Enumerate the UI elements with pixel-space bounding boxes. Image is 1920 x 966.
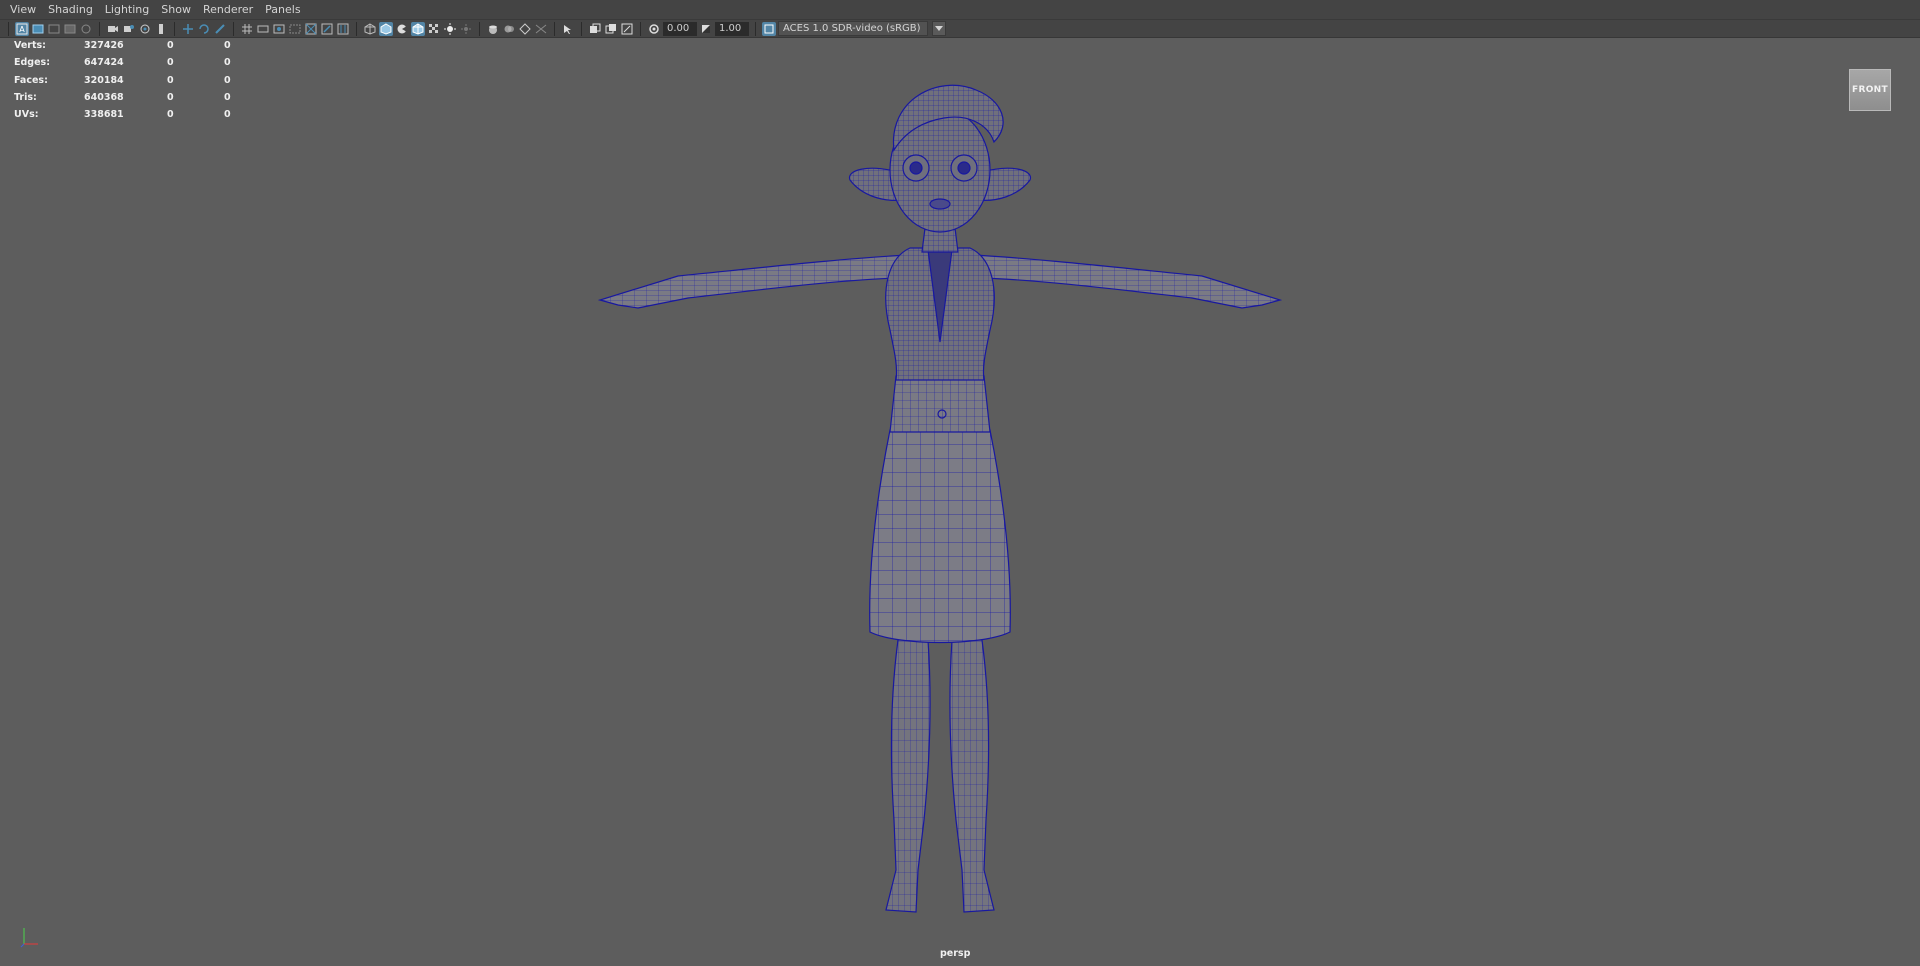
hud-value: 0 <box>224 57 231 69</box>
waist-band <box>889 375 991 433</box>
grid-icon[interactable] <box>240 22 254 36</box>
hud-value: 0 <box>224 109 231 121</box>
toolbar-separator <box>356 21 357 36</box>
isolate-select-icon[interactable] <box>561 22 575 36</box>
panel-menubar: View Shading Lighting Show Renderer Pane… <box>0 0 1920 20</box>
toolbar-separator <box>479 21 480 36</box>
hud-value: 327426 <box>84 40 124 51</box>
hud-row-verts: Verts: 327426 0 0 <box>14 37 244 54</box>
film-gate-icon[interactable] <box>256 22 270 36</box>
hud-value: 0 <box>224 40 231 51</box>
hud-value: 338681 <box>84 109 124 121</box>
gamma-field[interactable]: 1.00 <box>715 21 749 36</box>
left-arm <box>598 254 909 309</box>
wireframe-icon[interactable] <box>363 22 377 36</box>
hud-row-faces: Faces: 320184 0 0 <box>14 72 244 89</box>
toolbar-separator <box>554 21 555 36</box>
textured-icon[interactable] <box>427 22 441 36</box>
menu-show[interactable]: Show <box>155 0 197 20</box>
character-mesh[interactable] <box>598 80 1282 920</box>
hud-value: 0 <box>167 57 174 69</box>
toolbar-separator <box>8 21 9 36</box>
color-space-label: ACES 1.0 SDR-video (sRGB) <box>783 23 921 34</box>
view-cube-label: FRONT <box>1852 85 1888 95</box>
select-camera-icon[interactable]: A <box>15 21 29 36</box>
mouth <box>929 198 951 210</box>
multisample-aa-icon[interactable] <box>518 22 532 36</box>
hud-label: Verts: <box>14 40 46 51</box>
hud-value: 320184 <box>84 74 124 86</box>
lock-camera-icon[interactable] <box>122 22 136 36</box>
svg-text:A: A <box>19 25 25 34</box>
view-cube[interactable]: FRONT <box>1849 69 1891 111</box>
gate-mask-icon[interactable] <box>288 22 302 36</box>
hud-label: Tris: <box>14 91 37 103</box>
hud-value: 0 <box>167 109 174 121</box>
menu-view[interactable]: View <box>4 0 42 20</box>
resolution-gate-icon[interactable] <box>272 22 286 36</box>
field-chart-icon[interactable] <box>304 22 318 36</box>
right-arm <box>971 254 1282 309</box>
toolbar-separator <box>233 21 234 36</box>
toolbar-separator <box>640 21 641 36</box>
toolbar-separator <box>581 21 582 36</box>
axis-gizmo-icon <box>20 928 38 948</box>
left-leg <box>885 639 931 913</box>
camera-attributes-icon[interactable] <box>31 22 45 36</box>
menu-shading[interactable]: Shading <box>42 0 99 20</box>
hud-value: 0 <box>167 74 174 86</box>
hud-label: Edges: <box>14 57 50 69</box>
depth-of-field-icon[interactable] <box>534 22 548 36</box>
hud-value: 0 <box>224 91 231 103</box>
use-all-lights-icon[interactable] <box>443 22 457 36</box>
camera-bookmark-icon[interactable] <box>138 22 152 36</box>
xray-icon[interactable] <box>588 22 602 36</box>
exposure-icon[interactable] <box>647 22 661 36</box>
hud-row-uvs: UVs: 338681 0 0 <box>14 106 244 123</box>
chevron-down-icon[interactable] <box>932 21 946 36</box>
default-material-icon[interactable] <box>395 22 409 36</box>
toolbar-separator <box>99 21 100 36</box>
screen-space-ao-icon[interactable] <box>486 22 500 36</box>
image-plane-icon[interactable] <box>63 22 77 36</box>
hud-label: UVs: <box>14 109 39 121</box>
2d-pan-icon[interactable] <box>181 22 195 36</box>
xray-joints-icon[interactable] <box>604 22 618 36</box>
skirt <box>869 429 1011 644</box>
gamma-icon[interactable] <box>699 22 713 36</box>
safe-action-icon[interactable] <box>320 22 334 36</box>
panel-toolbar: A 0.00 1.00 ACES 1.0 SDR-video (sRGB) <box>0 20 1920 38</box>
poly-count-hud: Verts: 327426 0 0 Edges: 647424 0 0 Face… <box>14 37 244 123</box>
hud-value: 0 <box>167 40 174 51</box>
hud-label: Faces: <box>14 74 48 86</box>
hud-value: 640368 <box>84 91 124 103</box>
hud-value: 0 <box>167 91 174 103</box>
menu-lighting[interactable]: Lighting <box>99 0 155 20</box>
toolbar-separator <box>755 21 756 36</box>
color-space-dropdown[interactable]: ACES 1.0 SDR-video (sRGB) <box>778 21 928 36</box>
hud-row-edges: Edges: 647424 0 0 <box>14 54 244 71</box>
rotate-icon[interactable] <box>197 22 211 36</box>
smooth-shade-icon[interactable] <box>379 21 393 36</box>
xray-components-icon[interactable] <box>620 22 634 36</box>
camera-name-label: persp <box>940 948 971 959</box>
hud-value: 0 <box>224 74 231 86</box>
hud-value: 647424 <box>84 57 124 69</box>
view-transform-icon[interactable] <box>762 21 776 36</box>
wireframe-on-shaded-icon[interactable] <box>411 21 425 36</box>
camera-icon[interactable] <box>106 22 120 36</box>
safe-title-icon[interactable] <box>336 22 350 36</box>
bookmarks-icon[interactable] <box>47 22 61 36</box>
motion-blur-icon[interactable] <box>502 22 516 36</box>
right-leg <box>949 639 995 913</box>
exposure-field[interactable]: 0.00 <box>663 21 697 36</box>
shadows-icon[interactable] <box>459 22 473 36</box>
hud-row-tris: Tris: 640368 0 0 <box>14 89 244 106</box>
2d-pan-zoom-icon[interactable] <box>79 22 93 36</box>
toolbar-separator <box>174 21 175 36</box>
grease-pencil-icon[interactable] <box>154 22 168 36</box>
pencil-icon[interactable] <box>213 22 227 36</box>
menu-panels[interactable]: Panels <box>259 0 306 20</box>
menu-renderer[interactable]: Renderer <box>197 0 259 20</box>
